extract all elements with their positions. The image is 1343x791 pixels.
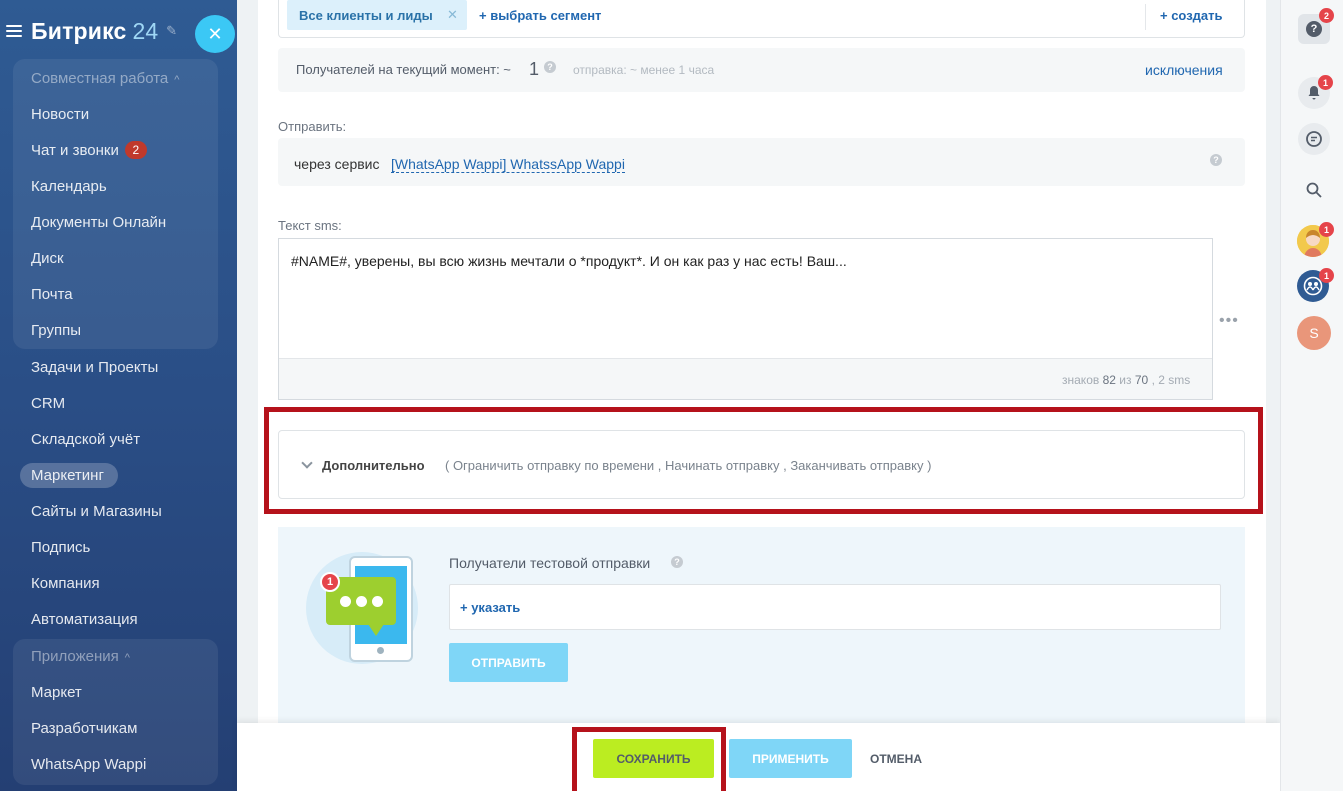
sidebar-item-market[interactable]: Маркет (31, 683, 82, 703)
section-label: Приложения (31, 648, 119, 665)
sms-counter: знаков 82 из 70 , 2 sms (1062, 373, 1190, 387)
notification-badge: 1 (320, 572, 340, 592)
phone-button (377, 647, 384, 654)
sidebar-item-groups[interactable]: Группы (31, 321, 81, 341)
right-panel (1280, 0, 1343, 791)
segment-chip-label: Все клиенты и лиды (299, 8, 433, 23)
sidebar: Битрикс 24 ✎ Совместная работа ^ Новости … (0, 0, 237, 791)
exclusions-link[interactable]: исключения (1145, 62, 1223, 78)
sidebar-section-apps[interactable]: Приложения ^ (31, 647, 130, 667)
extra-settings-title[interactable]: Дополнительно (322, 458, 425, 473)
sidebar-group-collab (13, 59, 218, 349)
bubble-dot (340, 596, 351, 607)
sms-text: #NAME#, уверены, вы всю жизнь мечтали о … (291, 253, 847, 269)
section-label: Совместная работа (31, 70, 169, 87)
search-icon (1306, 182, 1322, 198)
sidebar-item-disk[interactable]: Диск (31, 249, 64, 269)
search-button[interactable] (1298, 174, 1330, 206)
test-recipients-label: Получатели тестовой отправки (449, 555, 651, 571)
sidebar-item-sites[interactable]: Сайты и Магазины (31, 502, 162, 522)
message-bubble-tail (368, 624, 384, 636)
sidebar-item-whatsapp[interactable]: WhatsApp Wappi (31, 755, 146, 775)
create-segment-link[interactable]: + создать (1160, 8, 1223, 23)
help-icon[interactable]: ? (671, 556, 683, 568)
test-send-button[interactable]: ОТПРАВИТЬ (449, 643, 568, 682)
recipients-label: Получателей на текущий момент: ~ (296, 62, 511, 77)
sidebar-item-developers[interactable]: Разработчикам (31, 719, 137, 739)
sidebar-item-company[interactable]: Компания (31, 574, 100, 594)
send-service-link[interactable]: [WhatsApp Wappi] WhatssApp Wappi (391, 156, 625, 173)
apply-button[interactable]: ПРИМЕНИТЬ (729, 739, 852, 778)
select-segment-link[interactable]: + выбрать сегмент (479, 8, 601, 23)
char-count: 82 (1102, 373, 1116, 387)
question-icon: ? (1306, 21, 1322, 37)
chat-badge: 2 (124, 141, 147, 159)
divider (1145, 4, 1146, 30)
logo-text: Битрикс (31, 17, 127, 44)
sidebar-item-mail[interactable]: Почта (31, 285, 73, 305)
sidebar-item-crm[interactable]: CRM (31, 394, 65, 414)
bubble-dot (356, 596, 367, 607)
sms-count: , 2 sms (1151, 373, 1191, 387)
sidebar-item-calendar[interactable]: Календарь (31, 177, 107, 197)
send-label: Отправить: (278, 119, 347, 134)
extra-settings-desc: ( Ограничить отправку по времени , Начин… (445, 458, 932, 473)
send-eta: отправка: ~ менее 1 часа (573, 63, 715, 77)
sidebar-item-chat[interactable]: Чат и звонки 2 (31, 141, 147, 161)
help-icon[interactable]: ? (544, 61, 556, 73)
sidebar-section-collab[interactable]: Совместная работа ^ (31, 69, 179, 89)
sidebar-item-tasks[interactable]: Задачи и Проекты (31, 358, 158, 378)
help-badge: 2 (1319, 8, 1334, 23)
sidebar-item-sign[interactable]: Подпись (31, 538, 90, 558)
cancel-button[interactable]: ОТМЕНА (866, 739, 926, 778)
highlight-frame (572, 727, 726, 791)
logo-number: 24 (132, 17, 159, 44)
counter-of: из (1119, 373, 1132, 387)
test-recipients-input[interactable] (449, 584, 1221, 630)
messenger-button[interactable] (1298, 123, 1330, 155)
user-avatar[interactable]: S (1297, 316, 1331, 350)
sidebar-item-automation[interactable]: Автоматизация (31, 610, 138, 630)
sidebar-item-inventory[interactable]: Складской учёт (31, 430, 140, 450)
close-slider-button[interactable]: ✕ (195, 15, 235, 53)
chat-icon (1306, 131, 1322, 147)
menu-icon[interactable] (6, 25, 22, 37)
send-via-label: через сервис (294, 156, 380, 172)
sms-label: Текст sms: (278, 218, 342, 233)
sidebar-item-label: Чат и звонки (31, 142, 119, 159)
char-limit: 70 (1134, 373, 1149, 387)
sidebar-item-docs[interactable]: Документы Онлайн (31, 213, 166, 233)
bubble-dot (372, 596, 383, 607)
logo[interactable]: Битрикс 24 ✎ (6, 16, 177, 46)
recipients-count: 1 (529, 59, 540, 79)
counter-prefix: знаков (1062, 373, 1100, 387)
sidebar-item-marketing[interactable]: Маркетинг (31, 466, 104, 486)
pencil-icon[interactable]: ✎ (166, 23, 177, 39)
avatar-badge: 1 (1319, 222, 1334, 237)
notification-badge: 1 (1318, 75, 1333, 90)
close-icon: ✕ (207, 23, 223, 44)
remove-segment-icon[interactable]: ✕ (447, 7, 458, 23)
group-badge: 1 (1319, 268, 1334, 283)
more-icon[interactable]: ••• (1219, 312, 1239, 330)
help-icon[interactable]: ? (1210, 154, 1222, 166)
add-recipient-link[interactable]: + указать (460, 600, 520, 615)
sidebar-item-news[interactable]: Новости (31, 105, 89, 125)
chevron-up-icon: ^ (124, 652, 130, 664)
chevron-up-icon: ^ (174, 74, 180, 86)
